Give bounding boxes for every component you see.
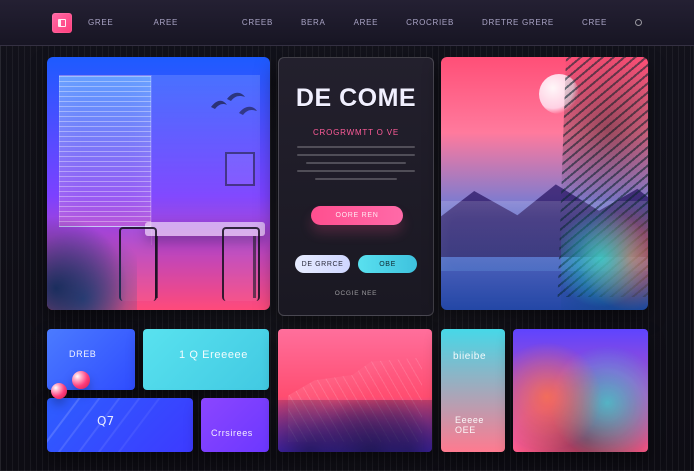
hero-left-illustration bbox=[47, 57, 270, 310]
secondary-actions: DE GRRCE OBE bbox=[295, 255, 417, 273]
chair-right bbox=[222, 227, 260, 301]
nav-item-right-1[interactable]: CREEB bbox=[242, 18, 273, 27]
plants-foreground bbox=[47, 200, 137, 310]
nav-left: GREE AREE bbox=[88, 18, 178, 27]
tropical-foliage bbox=[561, 192, 648, 310]
tile-blue-stripes[interactable]: Q7 bbox=[47, 398, 193, 452]
tile-stats[interactable]: 1 Q Ereeeee bbox=[143, 329, 269, 390]
hero-subhead: CROGRWMTT O VE bbox=[312, 128, 400, 137]
tile-bridge-scene[interactable] bbox=[278, 329, 432, 452]
copy-line bbox=[297, 170, 415, 172]
app-frame: GREE AREE CREEB BERA AREE CROCRIEB DRETR… bbox=[0, 0, 694, 471]
hero-center-card: DE COME CROGRWMTT O VE OORE REN DE GRRCE… bbox=[278, 57, 434, 316]
wall-frame bbox=[225, 152, 255, 186]
nav-item-right-2[interactable]: BERA bbox=[301, 18, 326, 27]
hero-headline: DE COME bbox=[295, 84, 417, 112]
tile-label: 1 Q Ereeeee bbox=[179, 349, 248, 361]
diagonal-stripes bbox=[47, 398, 161, 452]
hero-right-illustration bbox=[441, 57, 648, 310]
circle-dot-icon[interactable] bbox=[635, 19, 642, 26]
pink-ball-icon bbox=[72, 371, 90, 389]
nav-item-left-1[interactable]: GREE bbox=[88, 18, 113, 27]
nav-item-right-6[interactable]: CREE bbox=[582, 18, 607, 27]
hero-caption: OCGIE NEE bbox=[334, 290, 378, 297]
tertiary-button[interactable]: OBE bbox=[358, 255, 417, 273]
tile-foliage[interactable] bbox=[513, 329, 648, 452]
brand-logo[interactable] bbox=[52, 12, 72, 33]
secondary-button[interactable]: DE GRRCE bbox=[295, 255, 351, 273]
tile-purple[interactable]: Crrsirees bbox=[201, 398, 269, 452]
birds-icon bbox=[211, 92, 257, 115]
tile-label: DREB bbox=[69, 349, 97, 359]
square-logo-icon bbox=[58, 18, 66, 27]
nav-item-left-2[interactable]: AREE bbox=[153, 18, 178, 27]
primary-cta-button[interactable]: OORE REN bbox=[311, 206, 403, 225]
tile-dreb[interactable]: DREB bbox=[47, 329, 135, 390]
nav-item-right-3[interactable]: AREE bbox=[354, 18, 379, 27]
top-navigation-bar: GREE AREE CREEB BERA AREE CROCRIEB DRETR… bbox=[0, 0, 694, 46]
pink-ball-icon bbox=[51, 383, 67, 399]
copy-line bbox=[314, 178, 398, 180]
plants-silhouette bbox=[278, 400, 432, 452]
nav-item-right-5[interactable]: DRETRE GRERE bbox=[482, 18, 554, 27]
tile-label-top: biieibe bbox=[453, 351, 487, 362]
nav-right: CREEB BERA AREE CROCRIEB DRETRE GRERE CR… bbox=[242, 18, 684, 27]
copy-line bbox=[305, 162, 407, 164]
tile-gradient-card[interactable]: biieibe Eeeee OEE bbox=[441, 329, 505, 452]
hero-copy bbox=[297, 146, 415, 180]
copy-line bbox=[297, 146, 415, 148]
foliage-illustration bbox=[513, 329, 648, 452]
nav-item-right-4[interactable]: CROCRIEB bbox=[406, 18, 454, 27]
tile-label: Crrsirees bbox=[211, 428, 253, 438]
tile-label-bottom: Eeeee OEE bbox=[455, 415, 485, 435]
copy-line bbox=[297, 154, 415, 156]
